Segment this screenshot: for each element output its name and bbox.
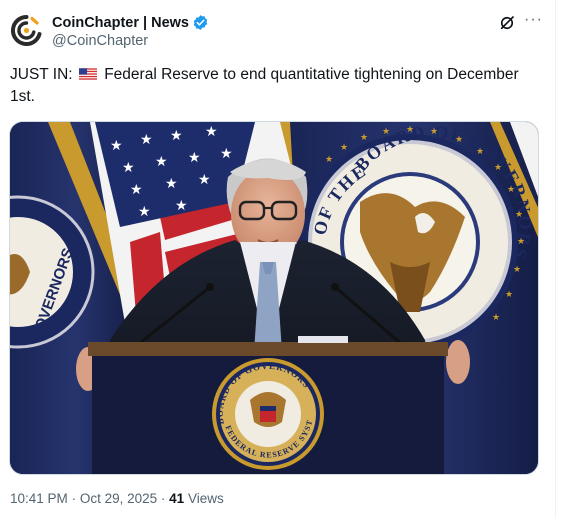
svg-text:★: ★ <box>406 125 414 135</box>
meta-separator: · <box>160 491 166 506</box>
tweet-date[interactable]: Oct 29, 2025 <box>80 491 157 506</box>
tweet-card: CoinChapter | News @CoinChapter ··· JUST… <box>0 0 556 518</box>
tweet-prefix: JUST IN: <box>10 66 73 83</box>
svg-text:★: ★ <box>198 172 211 188</box>
author-names: CoinChapter | News @CoinChapter <box>52 13 209 49</box>
svg-text:★: ★ <box>507 185 515 195</box>
coinchapter-logo-icon <box>10 14 42 46</box>
svg-text:★: ★ <box>165 176 178 192</box>
svg-text:★: ★ <box>130 182 143 198</box>
svg-text:★: ★ <box>515 210 523 220</box>
svg-text:★: ★ <box>430 127 438 137</box>
author-handle[interactable]: @CoinChapter <box>52 33 209 49</box>
svg-text:★: ★ <box>205 124 218 140</box>
svg-text:★: ★ <box>382 127 390 137</box>
tweet-time[interactable]: 10:41 PM <box>10 491 68 506</box>
svg-text:★: ★ <box>455 135 463 145</box>
tweet-media-photo[interactable]: GOVERNORS ★ ★ ★ ★ ★ ★ ★ ★ ★ ★ ★ ★ ★ OF T… <box>9 121 539 475</box>
avatar[interactable] <box>10 14 43 47</box>
views-count: 41 <box>169 491 185 506</box>
more-options-button[interactable]: ··· <box>524 11 543 29</box>
verified-badge-icon <box>192 14 209 31</box>
svg-text:★: ★ <box>122 160 135 176</box>
tweet-meta: 10:41 PM · Oct 29, 2025 · 41 Views <box>10 491 224 506</box>
svg-text:★: ★ <box>517 237 525 247</box>
svg-text:★: ★ <box>170 128 183 144</box>
svg-text:★: ★ <box>155 154 168 170</box>
svg-text:★: ★ <box>492 313 500 323</box>
author-display-name[interactable]: CoinChapter | News <box>52 15 189 31</box>
svg-text:★: ★ <box>505 290 513 300</box>
svg-text:★: ★ <box>188 150 201 166</box>
us-flag-icon <box>78 68 97 80</box>
tweet-header: CoinChapter | News @CoinChapter ··· <box>10 11 546 53</box>
svg-text:★: ★ <box>110 138 123 154</box>
grok-icon[interactable] <box>498 14 516 32</box>
svg-text:★: ★ <box>494 163 502 173</box>
tweet-text: JUST IN: Federal Reserve to end quantita… <box>10 64 546 108</box>
svg-text:★: ★ <box>138 204 151 220</box>
svg-text:★: ★ <box>360 133 368 143</box>
svg-text:★: ★ <box>175 198 188 214</box>
views-label: Views <box>187 491 224 506</box>
svg-text:★: ★ <box>476 147 484 157</box>
svg-text:★: ★ <box>140 132 153 148</box>
svg-text:★: ★ <box>340 143 348 153</box>
svg-text:★: ★ <box>325 155 333 165</box>
meta-separator: · <box>71 491 77 506</box>
svg-text:★: ★ <box>220 146 233 162</box>
svg-text:★: ★ <box>513 265 521 275</box>
